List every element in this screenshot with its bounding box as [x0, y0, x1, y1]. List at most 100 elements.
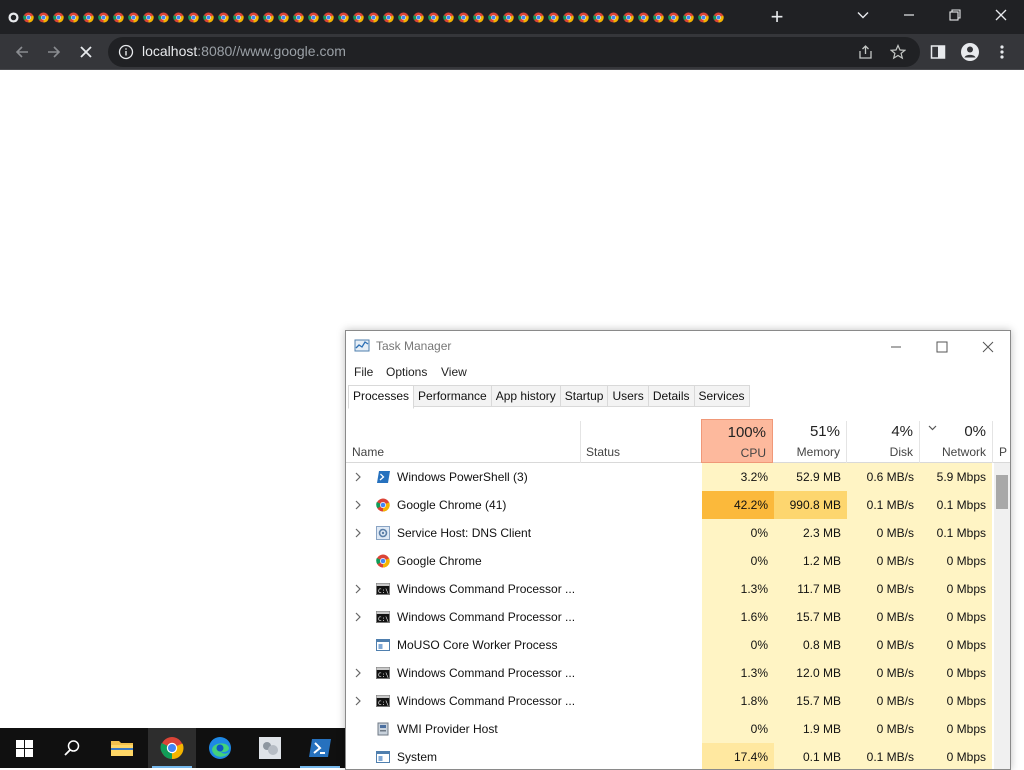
stop-loading-button[interactable] — [72, 38, 100, 66]
taskbar-chrome[interactable] — [148, 728, 196, 768]
menu-file[interactable]: File — [354, 365, 373, 379]
browser-tab[interactable] — [201, 7, 215, 27]
browser-tab[interactable] — [396, 7, 410, 27]
tab-performance[interactable]: Performance — [413, 385, 492, 407]
table-row[interactable]: C:\ Windows Command Processor ... 1.6% 15.7… — [346, 603, 1010, 631]
browser-tab[interactable] — [651, 7, 665, 27]
column-header-status[interactable]: Status — [580, 419, 700, 463]
table-row[interactable]: Google Chrome 0% 1.2 MB 0 MB/s 0 Mbps — [346, 547, 1010, 575]
browser-tab[interactable] — [261, 7, 275, 27]
browser-tab[interactable] — [546, 7, 560, 27]
browser-tab[interactable] — [576, 7, 590, 27]
column-header-cpu[interactable]: 100% CPU — [701, 419, 773, 463]
table-row[interactable]: Windows PowerShell (3) 3.2% 52.9 MB 0.6 MB/… — [346, 463, 1010, 491]
browser-tab[interactable] — [501, 7, 515, 27]
table-row[interactable]: Service Host: DNS Client 0% 2.3 MB 0 MB/s 0.… — [346, 519, 1010, 547]
column-header-name[interactable]: Name — [346, 419, 580, 463]
browser-tab[interactable] — [66, 7, 80, 27]
browser-tab[interactable] — [321, 7, 335, 27]
table-row[interactable]: WMI Provider Host 0% 1.9 MB 0 MB/s 0 Mbps — [346, 715, 1010, 743]
menu-options[interactable]: Options — [386, 365, 427, 379]
forward-button[interactable] — [40, 38, 68, 66]
browser-tab[interactable] — [276, 7, 290, 27]
taskbar-file-explorer[interactable] — [98, 728, 146, 768]
browser-tab[interactable] — [231, 7, 245, 27]
back-button[interactable] — [8, 38, 36, 66]
browser-tab[interactable] — [456, 7, 470, 27]
menu-button[interactable] — [988, 38, 1016, 66]
browser-tab[interactable] — [591, 7, 605, 27]
browser-tab[interactable] — [711, 7, 725, 27]
browser-tab[interactable] — [696, 7, 710, 27]
tab-app-history[interactable]: App history — [490, 385, 561, 407]
table-row[interactable]: MoUSO Core Worker Process 0% 0.8 MB 0 MB/s 0… — [346, 631, 1010, 659]
column-header-power[interactable]: P — [994, 419, 1010, 463]
chevron-right-icon[interactable] — [354, 668, 362, 678]
browser-tab[interactable] — [156, 7, 170, 27]
browser-tab[interactable] — [141, 7, 155, 27]
browser-tab[interactable] — [426, 7, 440, 27]
browser-tab[interactable] — [486, 7, 500, 27]
browser-tab[interactable] — [36, 7, 50, 27]
browser-tab[interactable] — [666, 7, 680, 27]
table-row[interactable]: System 17.4% 0.1 MB 0.1 MB/s 0 Mbps — [346, 743, 1010, 769]
browser-tab[interactable] — [621, 7, 635, 27]
tab-processes[interactable]: Processes — [348, 385, 415, 409]
chevron-right-icon[interactable] — [354, 472, 362, 482]
browser-tab[interactable] — [216, 7, 230, 27]
browser-tab[interactable] — [171, 7, 185, 27]
url-text[interactable]: localhost:8080//www.google.com — [142, 43, 346, 59]
browser-tab[interactable] — [606, 7, 620, 27]
side-panel-button[interactable] — [924, 38, 952, 66]
browser-tab[interactable] — [561, 7, 575, 27]
browser-tab[interactable] — [6, 7, 20, 27]
tab-startup[interactable]: Startup — [559, 385, 609, 407]
tab-details[interactable]: Details — [647, 385, 695, 407]
browser-tab[interactable] — [441, 7, 455, 27]
browser-tab[interactable] — [21, 7, 35, 27]
browser-tab[interactable] — [246, 7, 260, 27]
restore-button[interactable] — [932, 0, 978, 30]
browser-tab[interactable] — [186, 7, 200, 27]
table-row[interactable]: Google Chrome (41) 42.2% 990.8 MB 0.1 MB/s 0… — [346, 491, 1010, 519]
browser-tab[interactable] — [366, 7, 380, 27]
browser-tab[interactable] — [381, 7, 395, 27]
browser-tab[interactable] — [96, 7, 110, 27]
column-header-memory[interactable]: 51% Memory — [774, 419, 846, 463]
browser-tab[interactable] — [351, 7, 365, 27]
browser-tab[interactable] — [126, 7, 140, 27]
menu-view[interactable]: View — [441, 365, 467, 379]
browser-tab[interactable] — [51, 7, 65, 27]
share-button[interactable] — [852, 38, 880, 66]
info-icon[interactable] — [118, 44, 134, 60]
column-header-network[interactable]: 0% Network — [920, 419, 992, 463]
column-divider[interactable] — [992, 421, 993, 463]
table-row[interactable]: C:\ Windows Command Processor ... 1.3% 11.7… — [346, 575, 1010, 603]
new-tab-button[interactable]: + — [764, 4, 790, 30]
browser-tab[interactable] — [681, 7, 695, 27]
browser-tab[interactable] — [336, 7, 350, 27]
column-header-disk[interactable]: 4% Disk — [847, 419, 919, 463]
taskbar-app[interactable] — [246, 728, 294, 768]
minimize-button[interactable] — [886, 0, 932, 30]
browser-tab[interactable] — [81, 7, 95, 27]
browser-tab[interactable] — [111, 7, 125, 27]
taskbar-edge[interactable] — [196, 728, 244, 768]
taskbar-search-button[interactable] — [48, 728, 96, 768]
chevron-right-icon[interactable] — [354, 528, 362, 538]
browser-tab[interactable] — [306, 7, 320, 27]
table-row[interactable]: C:\ Windows Command Processor ... 1.8% 15.7… — [346, 687, 1010, 715]
table-row[interactable]: C:\ Windows Command Processor ... 1.3% 12.0… — [346, 659, 1010, 687]
chevron-right-icon[interactable] — [354, 500, 362, 510]
chevron-right-icon[interactable] — [354, 696, 362, 706]
browser-tab[interactable] — [531, 7, 545, 27]
tab-services[interactable]: Services — [693, 385, 750, 407]
chevron-right-icon[interactable] — [354, 584, 362, 594]
task-manager-titlebar[interactable]: Task Manager — [346, 331, 1010, 361]
profile-button[interactable] — [956, 38, 984, 66]
vertical-scrollbar[interactable] — [994, 463, 1010, 769]
browser-tab[interactable] — [471, 7, 485, 27]
browser-tab[interactable] — [636, 7, 650, 27]
browser-tab[interactable] — [291, 7, 305, 27]
tab-search-button[interactable] — [840, 0, 886, 30]
